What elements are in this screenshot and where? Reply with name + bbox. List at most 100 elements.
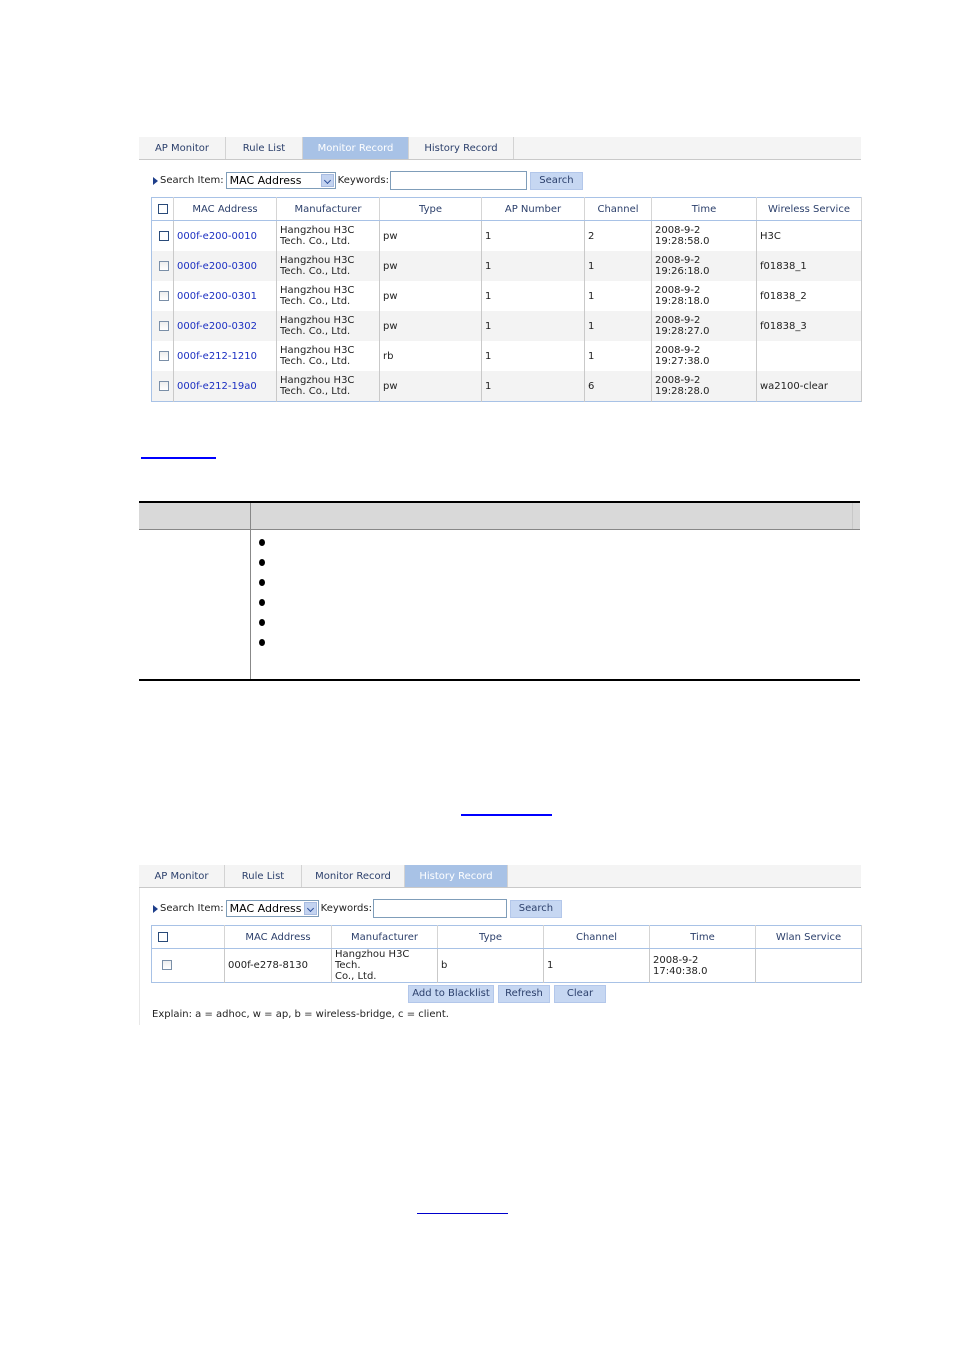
select-all-header (151, 925, 225, 949)
add-to-blacklist-button[interactable]: Add to Blacklist (408, 985, 494, 1003)
column-header-manufacturer[interactable]: Manufacturer (331, 925, 438, 949)
tab-rule-list[interactable]: Rule List (225, 865, 302, 887)
tab-monitor-record[interactable]: Monitor Record (302, 865, 405, 887)
channel-cell: 1 (543, 948, 650, 983)
mac-cell: 000f-e212-19a0 (173, 371, 277, 402)
mac-cell: 000f-e200-0010 (173, 220, 277, 251)
column-header-time[interactable]: Time (649, 925, 756, 949)
column-header-mac[interactable]: MAC Address (173, 197, 277, 221)
type-cell: pw (379, 311, 482, 341)
service-cell: f01838_3 (756, 311, 862, 341)
tab-history-record[interactable]: History Record (409, 137, 514, 159)
column-header-type[interactable]: Type (379, 197, 482, 221)
tab-history-record[interactable]: History Record (405, 865, 508, 887)
mac-cell: 000f-e212-1210 (173, 341, 277, 371)
tab-monitor-record[interactable]: Monitor Record (303, 137, 409, 159)
channel-cell: 2 (584, 220, 652, 251)
mac-address-link[interactable]: 000f-e200-0301 (177, 291, 257, 302)
action-buttons: Add to Blacklist Refresh Clear (408, 985, 606, 1003)
column-header-type[interactable]: Type (437, 925, 544, 949)
figure-reference-link[interactable] (417, 1213, 508, 1214)
row-checkbox[interactable] (159, 320, 169, 331)
keywords-input[interactable] (389, 171, 527, 190)
time-cell: 2008-9-2 19:28:18.0 (651, 281, 757, 311)
ap-number-cell: 1 (481, 311, 585, 341)
row-select-cell (151, 251, 174, 281)
mac-cell: 000f-e200-0300 (173, 251, 277, 281)
search-button[interactable]: Search (509, 899, 562, 918)
ap-number-cell: 1 (481, 220, 585, 251)
column-header-service[interactable]: Wireless Service (756, 197, 862, 221)
time-cell: 2008-9-2 19:28:28.0 (651, 371, 757, 402)
table-row: 000f-e200-0300 Hangzhou H3C Tech. Co., Ltd… (151, 251, 862, 281)
manufacturer-cell: Hangzhou H3C Tech. Co., Ltd. (276, 251, 380, 281)
tab-ap-monitor[interactable]: AP Monitor (139, 865, 225, 887)
row-select-cell (151, 281, 174, 311)
tab-bar: AP Monitor Rule List Monitor Record Hist… (139, 137, 861, 160)
time-cell: 2008-9-2 17:40:38.0 (649, 948, 756, 983)
column-header-ap-number[interactable]: AP Number (481, 197, 585, 221)
refresh-button[interactable]: Refresh (498, 985, 550, 1003)
column-header-mac[interactable]: MAC Address (224, 925, 332, 949)
channel-cell: 1 (584, 311, 652, 341)
row-checkbox[interactable] (159, 350, 169, 361)
type-cell: b (437, 948, 544, 983)
mac-address-link[interactable]: 000f-e212-1210 (177, 351, 257, 362)
type-cell: pw (379, 251, 482, 281)
bullet-icon (259, 619, 265, 626)
mac-address-link[interactable]: 000f-e200-0302 (177, 321, 257, 332)
type-cell: pw (379, 281, 482, 311)
ap-number-cell: 1 (481, 281, 585, 311)
table-row: 000f-e278-8130 Hangzhou H3C Tech. Co., Ltd… (151, 948, 862, 983)
table-body: 000f-e278-8130 Hangzhou H3C Tech. Co., Ltd… (151, 948, 862, 983)
row-checkbox[interactable] (162, 960, 172, 970)
search-item-select[interactable]: MAC Address (225, 900, 319, 917)
row-select-cell (151, 371, 174, 402)
mac-cell: 000f-e200-0301 (173, 281, 277, 311)
column-header-channel[interactable]: Channel (584, 197, 652, 221)
clear-button[interactable]: Clear (554, 985, 606, 1003)
mac-address-link[interactable]: 000f-e212-19a0 (177, 381, 257, 392)
mac-address-link[interactable]: 000f-e200-0300 (177, 261, 257, 272)
ap-number-cell: 1 (481, 371, 585, 402)
tab-ap-monitor[interactable]: AP Monitor (139, 137, 226, 159)
row-checkbox[interactable] (159, 230, 169, 241)
column-header-manufacturer[interactable]: Manufacturer (276, 197, 380, 221)
row-checkbox[interactable] (159, 380, 169, 391)
arrow-right-icon (153, 176, 158, 185)
chevron-down-icon[interactable] (320, 174, 334, 187)
column-header-channel[interactable]: Channel (543, 925, 650, 949)
channel-cell: 6 (584, 371, 652, 402)
service-cell (756, 341, 862, 371)
chevron-down-icon[interactable] (303, 902, 317, 915)
keywords-input[interactable] (372, 899, 507, 918)
figure-reference-link[interactable] (461, 814, 552, 816)
service-cell: f01838_1 (756, 251, 862, 281)
channel-cell: 1 (584, 281, 652, 311)
manufacturer-cell: Hangzhou H3C Tech. Co., Ltd. (276, 220, 380, 251)
search-button[interactable]: Search (529, 171, 583, 190)
manufacturer-line-2: Tech. Co., Ltd. (280, 296, 351, 307)
figure-reference-link[interactable] (141, 457, 216, 459)
search-item-select[interactable]: MAC Address (225, 172, 336, 189)
select-all-checkbox[interactable] (158, 931, 168, 942)
search-item-value: MAC Address (229, 174, 302, 187)
row-checkbox[interactable] (159, 260, 169, 271)
mac-address-link[interactable]: 000f-e200-0010 (177, 231, 257, 242)
history-record-table: MAC Address Manufacturer Type Channel Ti… (151, 925, 862, 983)
row-checkbox[interactable] (159, 290, 169, 301)
column-header-service[interactable]: Wlan Service (755, 925, 862, 949)
table-header-row: MAC Address Manufacturer Type Channel Ti… (151, 925, 862, 949)
column-header-time[interactable]: Time (651, 197, 757, 221)
service-cell: f01838_2 (756, 281, 862, 311)
manufacturer-line-2: Tech. Co., Ltd. (280, 356, 351, 367)
select-all-header (151, 197, 174, 221)
select-all-checkbox[interactable] (157, 203, 168, 214)
search-item-label: Search Item: (160, 903, 224, 914)
bullet-icon (259, 559, 265, 566)
column-divider (250, 530, 251, 679)
tab-rule-list[interactable]: Rule List (226, 137, 303, 159)
service-cell (755, 948, 862, 983)
keywords-label: Keywords: (320, 903, 372, 914)
manufacturer-cell: Hangzhou H3C Tech. Co., Ltd. (276, 371, 380, 402)
